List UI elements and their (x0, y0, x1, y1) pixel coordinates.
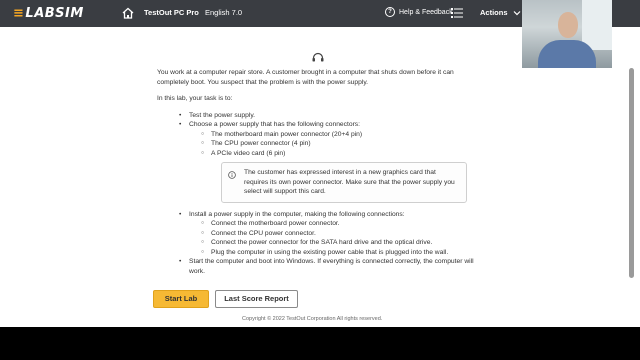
help-label: Help & Feedback (399, 8, 453, 16)
task-item: Test the power supply. (179, 111, 482, 121)
subtask-item: Plug the computer in using the existing … (201, 248, 482, 258)
actions-menu[interactable]: Actions (480, 8, 521, 17)
product-title: TestOut PC Pro English 7.0 (144, 8, 242, 17)
scenario-text: You work at a computer repair store. A c… (157, 69, 454, 86)
subtask-item: The CPU power connector (4 pin) (201, 139, 482, 149)
subtask-item: Connect the power connector for the SATA… (201, 238, 482, 248)
info-icon (228, 171, 236, 179)
logo-text: LABSIM (25, 6, 84, 21)
bottom-bar (0, 327, 640, 360)
headphones-icon[interactable] (312, 52, 324, 62)
note-text: The customer has expressed interest in a… (244, 169, 455, 195)
webcam-person-head (558, 12, 578, 38)
start-lab-button[interactable]: Start Lab (153, 290, 209, 308)
help-icon: ? (385, 7, 395, 17)
actions-label: Actions (480, 8, 508, 17)
task-item: Choose a power supply that has the follo… (179, 120, 482, 203)
chevron-down-icon (513, 11, 521, 16)
last-score-report-button[interactable]: Last Score Report (215, 290, 298, 308)
help-feedback-link[interactable]: ? Help & Feedback (385, 7, 453, 17)
product-name: TestOut PC Pro (144, 8, 199, 17)
task-item: Start the computer and boot into Windows… (179, 257, 482, 276)
info-note: The customer has expressed interest in a… (221, 162, 467, 203)
connection-list: Connect the motherboard power connector.… (201, 219, 482, 257)
labsim-logo[interactable]: ≡LABSIM (13, 6, 84, 21)
home-icon[interactable] (121, 6, 135, 20)
task-list: Test the power supply. Choose a power su… (179, 111, 482, 277)
webcam-background-window (582, 0, 612, 50)
webcam-overlay (522, 0, 612, 68)
task-heading: In this lab, your task is to: (157, 95, 233, 102)
task-item: Install a power supply in the computer, … (179, 210, 482, 258)
subtask-item: Connect the CPU power connector. (201, 229, 482, 239)
product-language: English 7.0 (204, 8, 243, 17)
subtask-item: The motherboard main power connector (20… (201, 130, 482, 140)
connector-list: The motherboard main power connector (20… (201, 130, 482, 159)
logo-mark-icon: ≡ (13, 6, 25, 21)
webcam-person-shirt (538, 40, 596, 68)
menu-icon[interactable] (451, 7, 463, 19)
subtask-item: A PCIe video card (6 pin) (201, 149, 482, 159)
scrollbar-thumb[interactable] (629, 68, 634, 278)
copyright-text: Copyright © 2022 TestOut Corporation All… (242, 316, 383, 322)
lab-instructions: You work at a computer repair store. A c… (157, 68, 482, 276)
subtask-item: Connect the motherboard power connector. (201, 219, 482, 229)
